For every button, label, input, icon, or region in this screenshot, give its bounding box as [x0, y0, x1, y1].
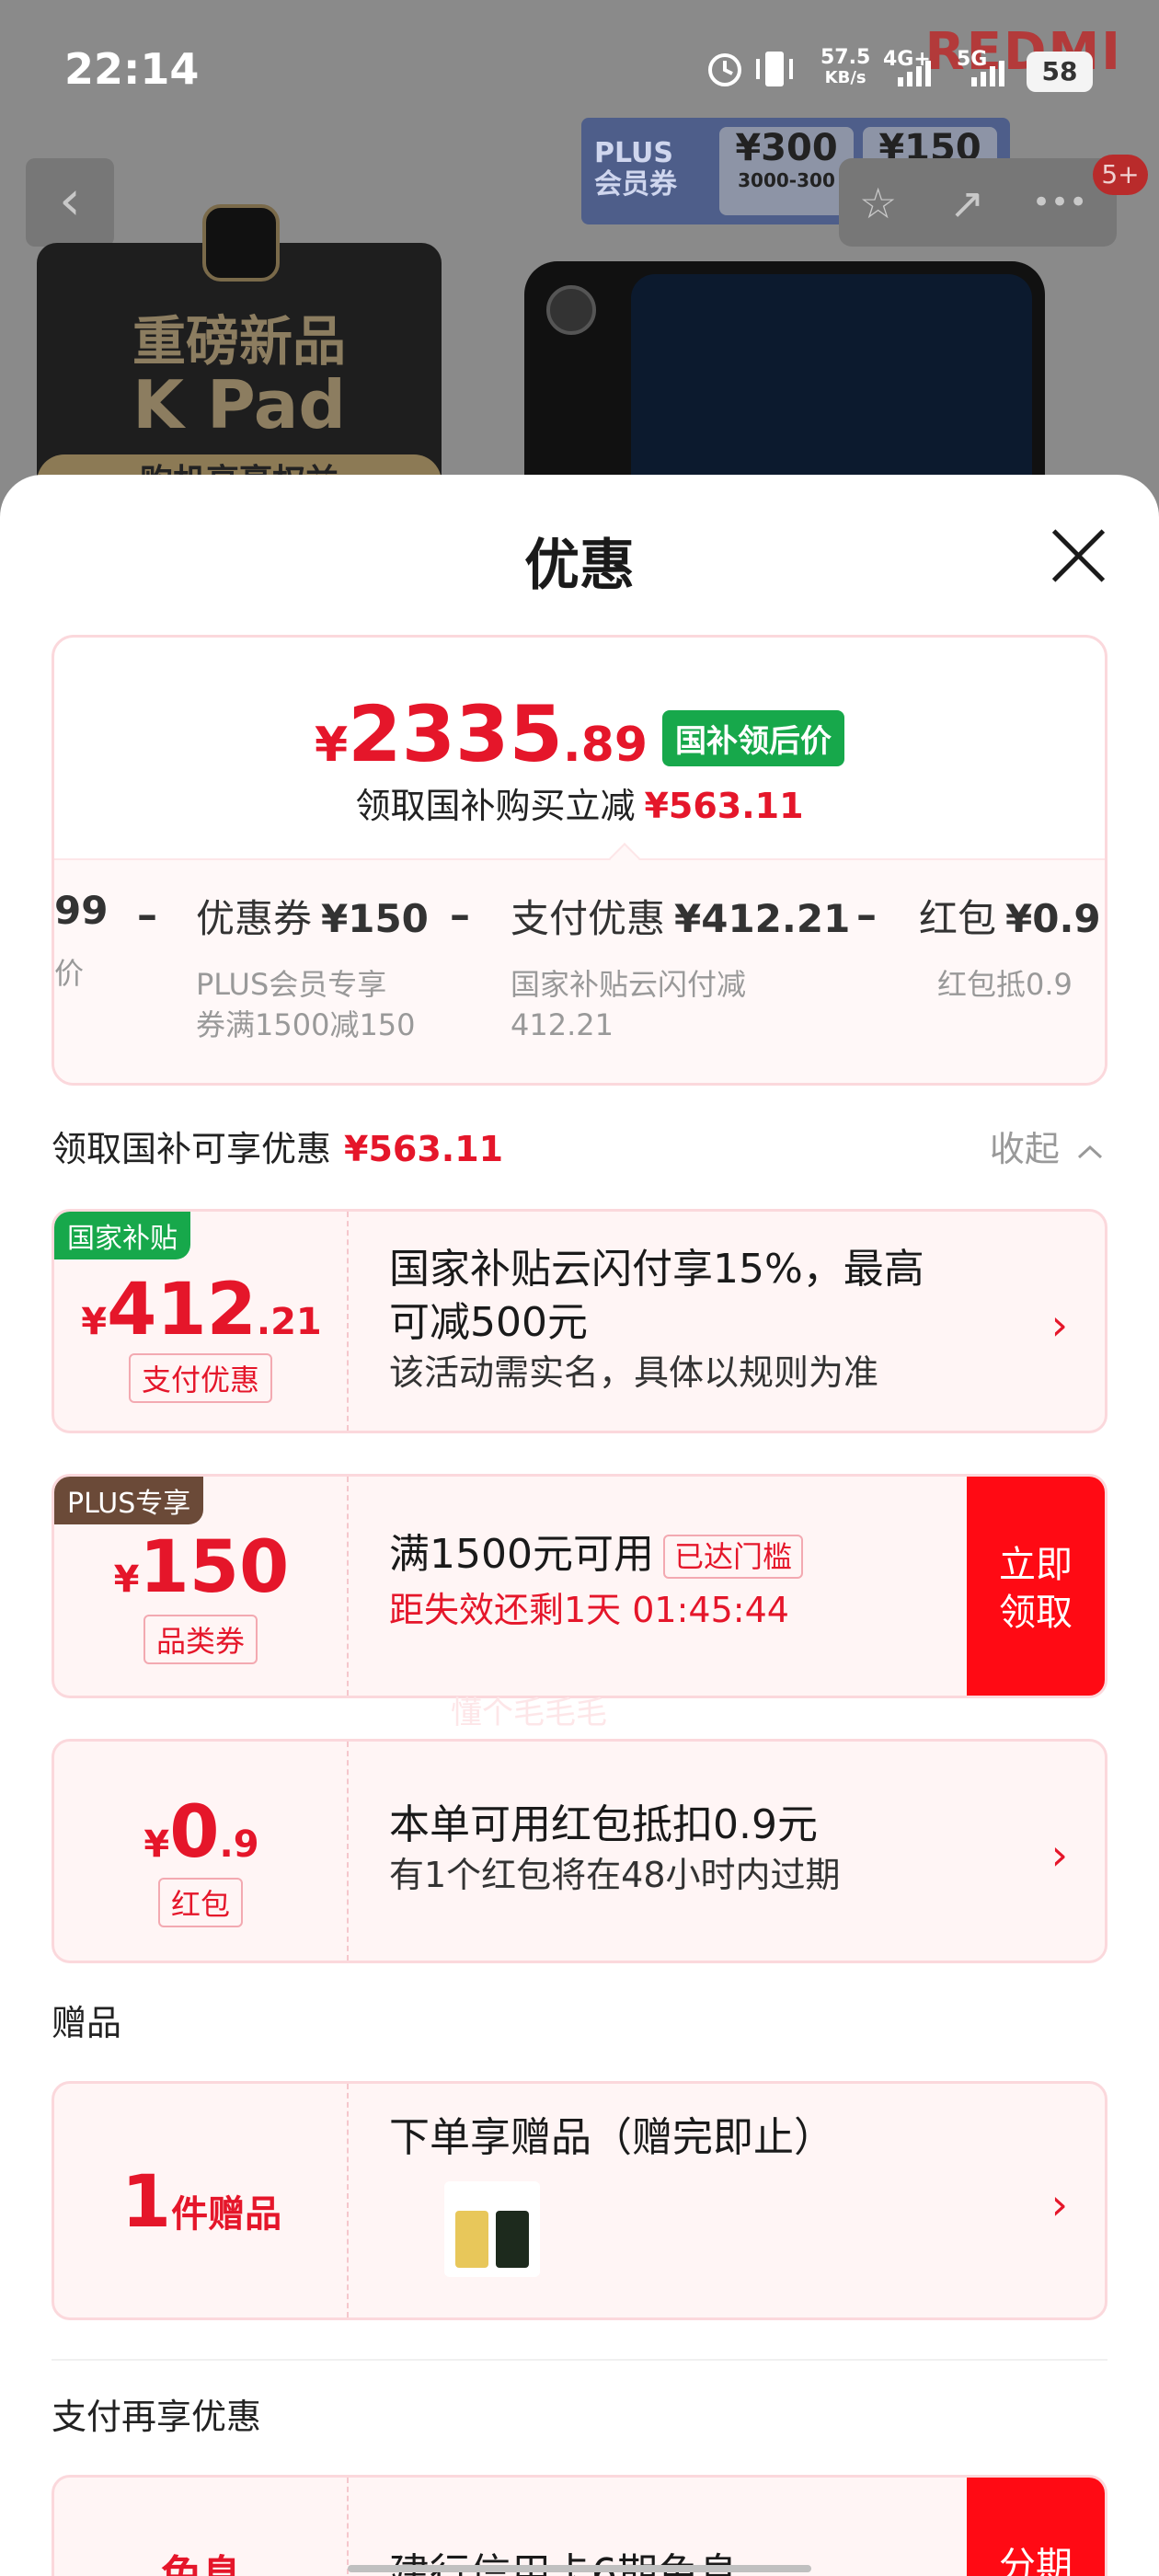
signal-4g-icon [898, 61, 931, 86]
signal-5g-icon [971, 61, 1004, 86]
coupon-plus-category[interactable]: ¥150 品类券 PLUS专享 满1500元可用 已达门槛 距失效还剩1天 01:… [52, 1474, 1107, 1698]
kpad-line1: 重磅新品 [132, 310, 346, 373]
chevron-right-icon: › [1050, 2179, 1068, 2229]
kpad-logo-icon [202, 204, 280, 282]
top-action-bar: ☆ ↗ ••• [839, 158, 1117, 247]
coupon-kind: 红包 [157, 1878, 244, 1927]
minus-sign: – [450, 891, 470, 938]
coupon-red-packet[interactable]: ¥0.9 红包 本单可用红包抵扣0.9元 有1个红包将在48小时内过期 › [52, 1739, 1107, 1963]
coupon-countdown: 距失效还剩1天 01:45:44 [389, 1590, 789, 1630]
coupon-title: 满1500元可用 已达门槛 [389, 1528, 803, 1581]
minus-sign: – [137, 891, 157, 938]
chevron-right-icon: › [1050, 1300, 1068, 1350]
pay-offer-card[interactable]: 免息 建行信用卡6期免息 分期 [52, 2475, 1107, 2576]
coupon-title-cont: 可减500元 [389, 1299, 588, 1346]
coupon-amount: ¥150 [113, 1526, 290, 1609]
chevron-up-icon [1077, 1144, 1103, 1159]
coupon-kind: 品类券 [143, 1615, 258, 1664]
subsidy-section-title: 领取国补可享优惠 ¥563.11 [52, 1129, 504, 1169]
price-breakdown[interactable]: 99 价 – 优惠券 ¥150 PLUS会员专享 券满1500减150 – 支付优惠… [54, 858, 1105, 1083]
watermark: 懂个毛毛毛 [451, 1695, 607, 1731]
pay-section-title: 支付再享优惠 [52, 2397, 262, 2437]
status-time: 22:14 [64, 44, 200, 94]
home-indicator[interactable] [348, 2565, 811, 2572]
close-icon[interactable] [1049, 526, 1107, 585]
minus-sign: – [856, 891, 877, 938]
battery-icon: 58 [1027, 52, 1093, 92]
gift-thumbnail-image [444, 2181, 540, 2277]
gift-section-title: 赠品 [52, 2003, 122, 2043]
claim-now-button[interactable]: 立即 领取 [967, 1477, 1105, 1696]
coupon-kind: 支付优惠 [128, 1353, 273, 1403]
breakdown-item-coupon: 优惠券 ¥150 PLUS会员专享 券满1500减150 [196, 896, 429, 1042]
sheet-title: 优惠 [524, 534, 635, 598]
price-summary-card: ¥ 2335 .89 国补领后价 领取国补购买立减 ¥563.11 99 价 – … [52, 635, 1107, 1086]
more-icon[interactable]: ••• [1032, 184, 1087, 221]
product-page-background: 22:14 REDMI 57.5 KB/s 4G+ 5G 58 ‹ PLUS 会… [0, 0, 1159, 515]
corner-tag: PLUS专享 [54, 1477, 204, 1524]
threshold-reached-badge: 已达门槛 [662, 1535, 803, 1579]
price-tag-badge: 国补领后价 [662, 710, 845, 766]
price-saving-line: 领取国补购买立减 ¥563.11 [355, 786, 804, 826]
alarm-vibrate-icons [708, 52, 793, 86]
gift-title: 下单享赠品（赠完即止） [389, 2114, 834, 2161]
coupon-desc: 该活动需实名，具体以规则为准 [389, 1352, 879, 1393]
discount-sheet: 优惠 ¥ 2335 .89 国补领后价 领取国补购买立减 ¥563.11 99 价… [0, 475, 1159, 2576]
kpad-line2: K Pad [132, 366, 346, 443]
breakdown-item-original: 99 价 [54, 888, 109, 991]
corner-tag: 国家补贴 [54, 1212, 190, 1259]
plus-tag-line1: PLUS [594, 137, 674, 169]
coupon-title: 国家补贴云闪付享15%，最高 [389, 1246, 924, 1293]
pay-offer-tag: 免息 [161, 2552, 242, 2576]
gift-card[interactable]: 1件赠品 下单享赠品（赠完即止） › [52, 2081, 1107, 2320]
more-badge: 5+ [1093, 155, 1148, 195]
coupon-amount: ¥412.21 [81, 1269, 322, 1351]
star-icon[interactable]: ☆ [859, 178, 897, 228]
plus-coupon-300: ¥300 3000-300 [719, 127, 854, 215]
breakdown-item-payment: 支付优惠 ¥412.21 国家补贴云闪付减 412.21 [511, 896, 851, 1042]
back-button[interactable]: ‹ [26, 158, 114, 247]
camera-icon [546, 285, 596, 335]
gift-count: 1件赠品 [120, 2161, 282, 2244]
installment-button[interactable]: 分期 [967, 2478, 1105, 2576]
share-icon[interactable]: ↗ [949, 178, 985, 228]
final-price: ¥ 2335 .89 国补领后价 [54, 689, 1105, 779]
net-speed: 57.5 KB/s [820, 46, 871, 88]
coupon-desc: 有1个红包将在48小时内过期 [389, 1855, 841, 1895]
chevron-right-icon: › [1050, 1830, 1068, 1880]
coupon-national-subsidy[interactable]: ¥412.21 支付优惠 国家补贴 国家补贴云闪付享15%，最高 可减500元 … [52, 1209, 1107, 1433]
collapse-button[interactable]: 收起 [990, 1121, 1104, 1171]
coupon-title: 本单可用红包抵扣0.9元 [389, 1801, 818, 1848]
plus-tag-line2: 会员券 [594, 168, 677, 201]
coupon-amount: ¥0.9 [143, 1791, 259, 1874]
breakdown-item-redpacket: 红包 ¥0.9 红包抵0.9 [919, 896, 1101, 1002]
